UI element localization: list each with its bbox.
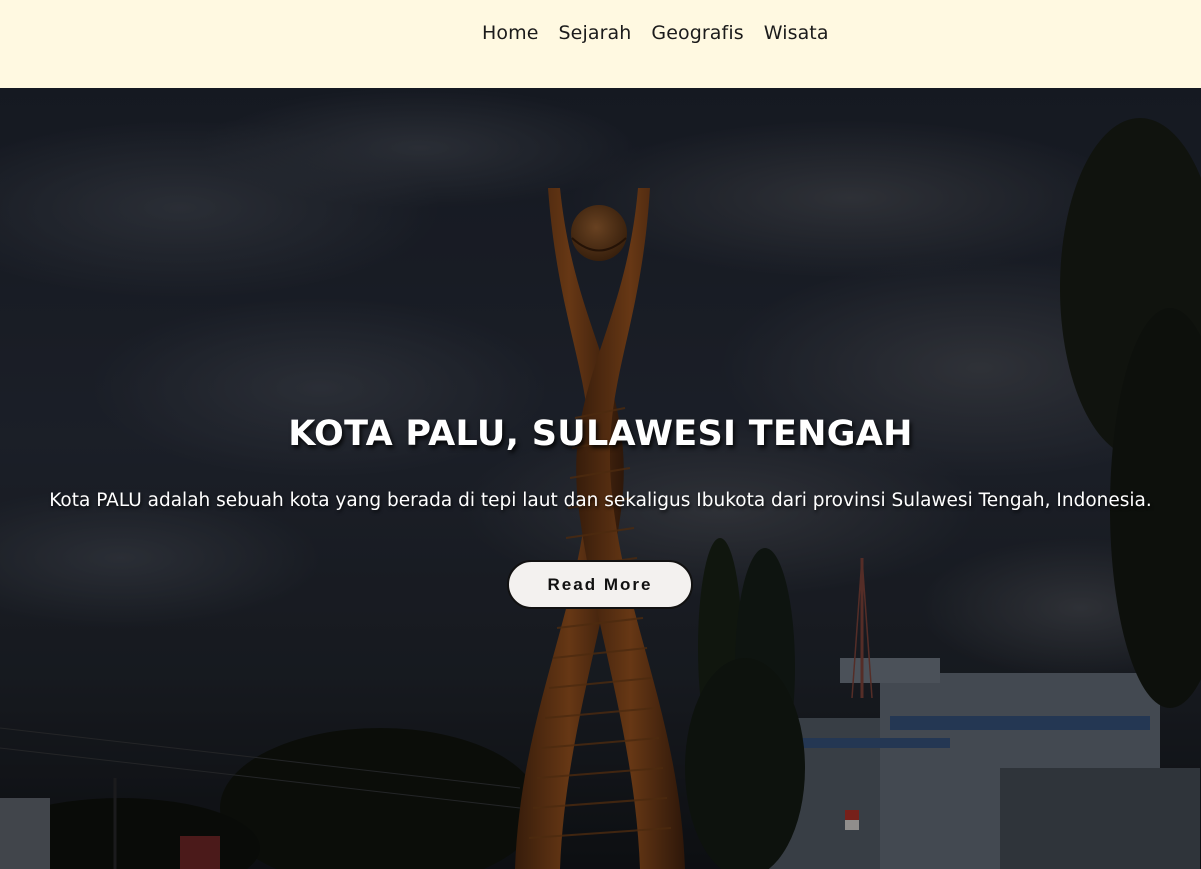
nav-item-home[interactable]: Home bbox=[472, 20, 549, 46]
nav-item-geografis[interactable]: Geografis bbox=[641, 20, 753, 46]
nav-item-sejarah[interactable]: Sejarah bbox=[549, 20, 642, 46]
nav-item-wisata[interactable]: Wisata bbox=[754, 20, 839, 46]
read-more-button[interactable]: Read More bbox=[507, 560, 693, 609]
hero-title: KOTA PALU, SULAWESI TENGAH bbox=[288, 414, 913, 454]
hero-description: Kota PALU adalah sebuah kota yang berada… bbox=[49, 490, 1152, 511]
top-navbar: Home Sejarah Geografis Wisata bbox=[0, 0, 1201, 88]
hero-dark-overlay bbox=[0, 88, 1201, 869]
main-nav: Home Sejarah Geografis Wisata bbox=[472, 20, 839, 46]
hero-section: KOTA PALU, SULAWESI TENGAH Kota PALU ada… bbox=[0, 88, 1201, 869]
